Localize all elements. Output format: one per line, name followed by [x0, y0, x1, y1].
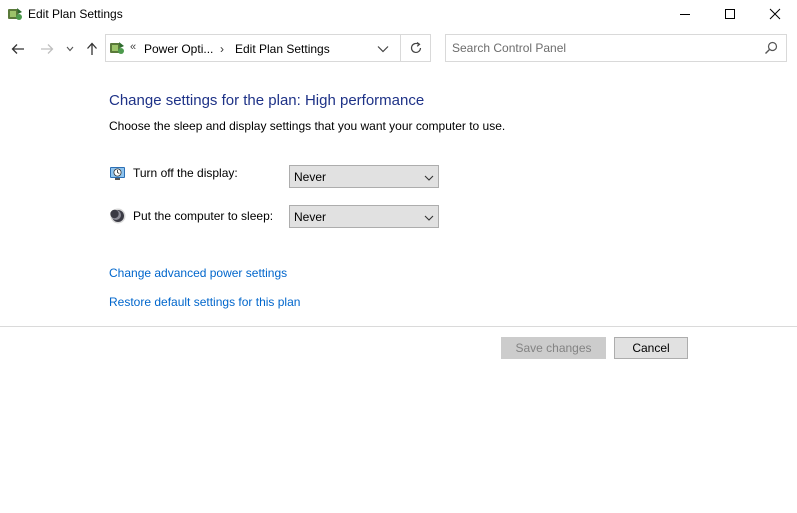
restore-defaults-link[interactable]: Restore default settings for this plan	[109, 295, 300, 309]
close-icon	[769, 8, 781, 20]
page-description: Choose the sleep and display settings th…	[109, 119, 506, 133]
window-title: Edit Plan Settings	[28, 7, 123, 21]
display-setting-label: Turn off the display:	[133, 166, 238, 180]
sleep-timeout-value: Never	[294, 210, 327, 224]
cancel-button[interactable]: Cancel	[614, 337, 688, 359]
forward-button[interactable]	[37, 40, 57, 58]
close-button[interactable]	[752, 0, 797, 28]
breadcrumb-edit-plan-settings[interactable]: Edit Plan Settings	[235, 42, 330, 56]
refresh-icon	[410, 42, 422, 54]
recent-locations-button[interactable]	[63, 40, 77, 58]
chevron-down-icon	[377, 46, 389, 53]
navigation-bar: « Power Opti... › Edit Plan Settings	[0, 34, 797, 64]
chevron-down-icon	[424, 212, 434, 222]
save-changes-button[interactable]: Save changes	[501, 337, 606, 359]
chevron-down-icon	[66, 46, 74, 52]
minimize-button[interactable]	[662, 0, 708, 28]
maximize-icon	[725, 9, 735, 19]
up-button[interactable]	[82, 40, 102, 58]
refresh-button[interactable]	[400, 35, 431, 61]
sleep-setting-label: Put the computer to sleep:	[133, 209, 274, 223]
breadcrumb-separator[interactable]: ›	[220, 42, 224, 56]
search-input[interactable]	[452, 40, 752, 56]
maximize-button[interactable]	[707, 0, 753, 28]
address-dropdown-button[interactable]	[376, 43, 390, 55]
sleep-moon-icon	[109, 207, 127, 225]
minimize-icon	[680, 14, 690, 15]
forward-arrow-icon	[41, 44, 54, 54]
title-bar: Edit Plan Settings	[0, 0, 797, 28]
power-options-icon	[109, 40, 125, 56]
address-bar[interactable]: « Power Opti... › Edit Plan Settings	[105, 34, 431, 62]
display-timeout-value: Never	[294, 170, 327, 184]
back-arrow-icon	[11, 44, 24, 54]
back-button[interactable]	[8, 40, 28, 58]
sleep-timeout-select[interactable]: Never	[289, 205, 439, 228]
chevron-down-icon	[424, 172, 434, 182]
display-timer-icon	[109, 164, 127, 182]
up-arrow-icon	[87, 42, 97, 55]
breadcrumb-overflow[interactable]: «	[130, 41, 136, 53]
page-heading: Change settings for the plan: High perfo…	[109, 92, 425, 109]
breadcrumb-power-options[interactable]: Power Opti...	[144, 42, 213, 56]
search-box[interactable]	[445, 34, 787, 62]
power-options-app-icon	[7, 6, 23, 22]
footer-divider	[0, 326, 797, 327]
display-timeout-select[interactable]: Never	[289, 165, 439, 188]
search-icon[interactable]	[764, 41, 778, 55]
advanced-power-settings-link[interactable]: Change advanced power settings	[109, 266, 287, 280]
